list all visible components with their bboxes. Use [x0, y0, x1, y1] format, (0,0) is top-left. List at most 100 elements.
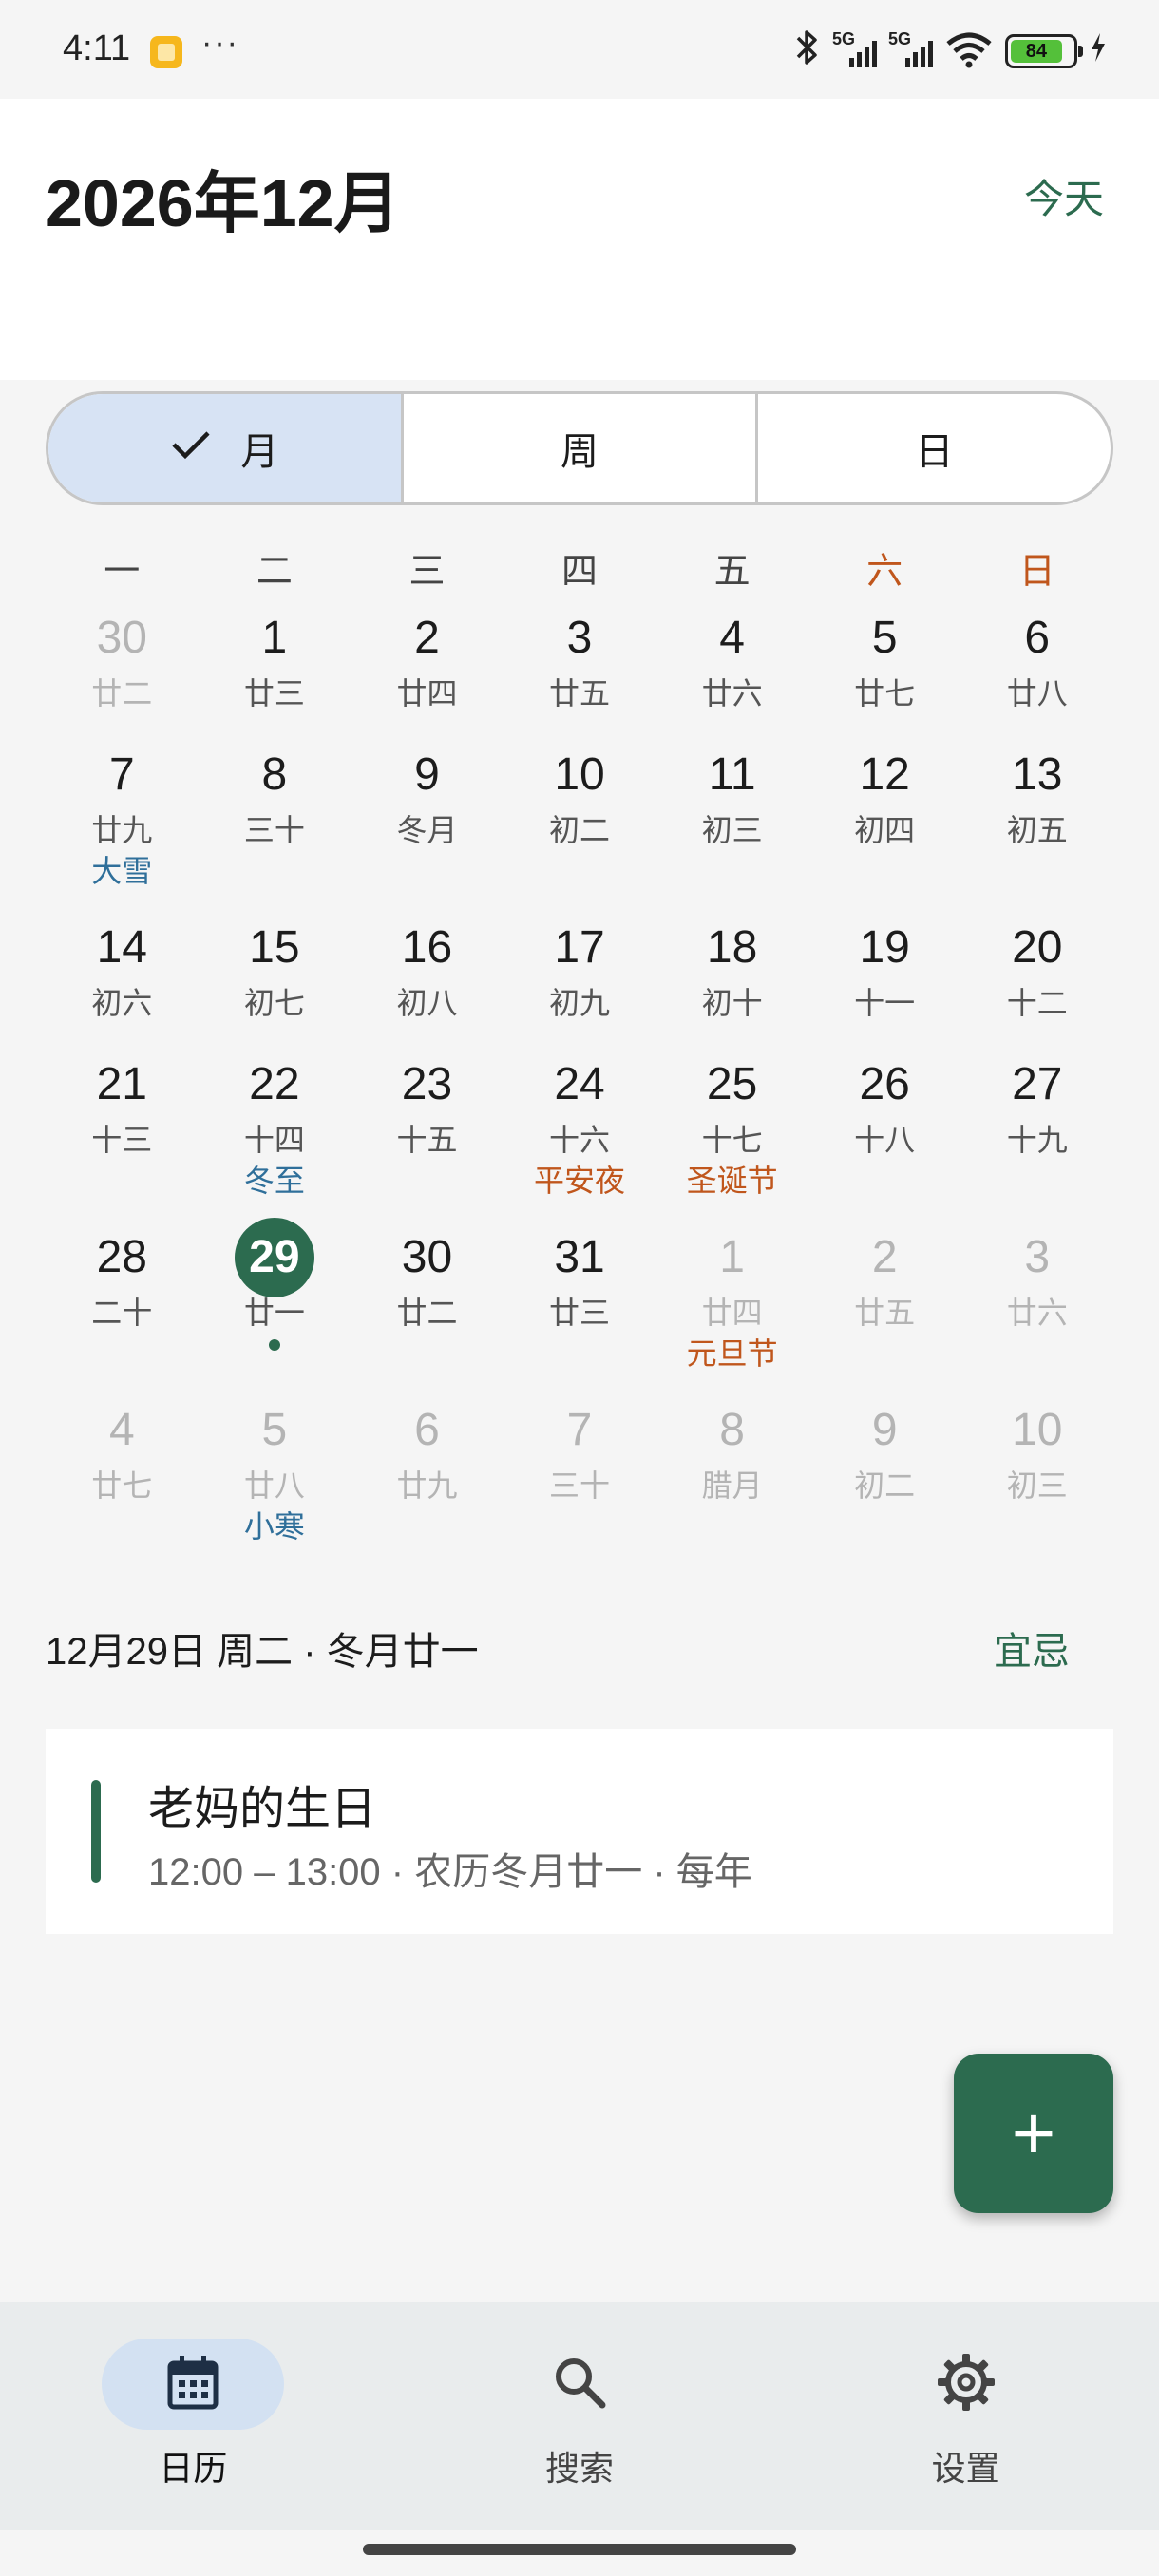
nav-label-search: 搜索 [545, 2449, 615, 2488]
day-cell[interactable]: 4 廿七 [46, 1396, 199, 1539]
week-row: 7 廿九大雪 8 三十 9 冬月 10 初二 11 初三 12 初四 13 初五 [46, 741, 1113, 914]
day-cell[interactable]: 24 十六 平安夜 [504, 1051, 656, 1223]
day-cell[interactable]: 10 初三 [960, 1396, 1113, 1539]
week-row: 28 二十 29 廿一 30 廿二 31 廿三 1 廿四 元旦节 2 廿五 3 廿六 [46, 1218, 1113, 1396]
day-cell[interactable]: 3 廿六 [960, 1223, 1113, 1396]
day-cell[interactable]: 30 廿二 [351, 1223, 504, 1396]
day-cell[interactable]: 16 初八 [351, 914, 504, 1051]
day-cell[interactable]: 20 十二 [960, 914, 1113, 1051]
day-cell[interactable]: 25 十七 圣诞节 [656, 1051, 808, 1223]
nav-item-calendar[interactable]: 日历 [0, 2302, 387, 2530]
charging-icon [1089, 31, 1108, 71]
lunar-date: 初八 [396, 986, 458, 1020]
home-indicator[interactable] [363, 2544, 796, 2555]
festival-label: 平安夜 [534, 1164, 626, 1198]
day-number: 7 [566, 1405, 593, 1455]
nav-item-settings[interactable]: 设置 [772, 2302, 1159, 2530]
day-cell[interactable]: 17 初九 [504, 914, 656, 1051]
day-cell-selected[interactable]: 29 廿一 [199, 1218, 352, 1396]
day-cell[interactable]: 9 冬月 [351, 741, 504, 914]
day-number: 5 [871, 613, 898, 663]
day-cell[interactable]: 6 廿八 [960, 604, 1113, 741]
day-number: 27 [1012, 1059, 1063, 1109]
add-event-button[interactable]: + [954, 2054, 1113, 2213]
day-cell[interactable]: 3 廿五 [504, 604, 656, 741]
month-title[interactable]: 2026年12月 [46, 150, 401, 246]
lunar-date: 冬月 [396, 813, 458, 847]
solar-term-label: 大雪 [91, 854, 153, 888]
day-number: 2 [871, 1232, 898, 1282]
day-cell[interactable]: 7 三十 [504, 1396, 656, 1539]
lunar-date: 廿七 [91, 1468, 153, 1503]
tab-month-label: 月 [240, 431, 279, 473]
solar-term-label: 冬至 [243, 1164, 305, 1198]
event-card[interactable]: 老妈的生日 12:00 – 13:00 · 农历冬月廿一 · 每年 [46, 1729, 1113, 1934]
day-cell[interactable]: 1 廿三 [199, 604, 352, 741]
day-cell[interactable]: 19 十一 [808, 914, 961, 1051]
tab-day[interactable]: 日 [758, 394, 1111, 502]
yiji-button[interactable]: 宜忌 [994, 1620, 1070, 1676]
lunar-date: 廿九 [396, 1468, 458, 1503]
day-cell[interactable]: 9 初二 [808, 1396, 961, 1539]
day-number: 4 [719, 613, 745, 663]
day-cell[interactable]: 8 腊月 [656, 1396, 808, 1539]
lunar-date: 十八 [854, 1123, 916, 1157]
day-cell[interactable]: 31 廿三 [504, 1223, 656, 1396]
day-cell[interactable]: 13 初五 [960, 741, 1113, 914]
day-number: 23 [401, 1059, 453, 1109]
tab-week[interactable]: 周 [404, 394, 759, 502]
today-button[interactable]: 今天 [1024, 167, 1104, 225]
day-cell[interactable]: 2 廿四 [351, 604, 504, 741]
lunar-date: 初七 [243, 986, 305, 1020]
checkmark-icon [170, 425, 212, 472]
lunar-date: 廿九 [91, 813, 153, 847]
day-cell[interactable]: 4 廿六 [656, 604, 808, 741]
lunar-date: 廿一 [243, 1296, 305, 1330]
event-title: 老妈的生日 [148, 1784, 377, 1834]
search-icon [551, 2354, 608, 2415]
nav-item-search[interactable]: 搜索 [387, 2302, 773, 2530]
weekday-label: 三 [408, 552, 446, 592]
lunar-date: 初九 [549, 986, 611, 1020]
day-number: 30 [401, 1232, 453, 1282]
day-number: 9 [871, 1405, 898, 1455]
day-cell[interactable]: 18 初十 [656, 914, 808, 1051]
day-cell[interactable]: 27 十九 [960, 1051, 1113, 1223]
day-number: 20 [1012, 922, 1063, 973]
day-cell[interactable]: 7 廿九大雪 [46, 741, 199, 914]
day-cell[interactable]: 12 初四 [808, 741, 961, 914]
lunar-date: 廿八 [243, 1468, 305, 1503]
day-cell[interactable]: 22 十四 冬至 [199, 1051, 352, 1223]
day-cell[interactable]: 1 廿四 元旦节 [656, 1223, 808, 1396]
day-cell[interactable]: 5 廿七 [808, 604, 961, 741]
festival-label: 元旦节 [686, 1336, 778, 1371]
lunar-date: 廿五 [854, 1296, 916, 1330]
day-number: 7 [108, 749, 135, 800]
day-cell[interactable]: 5 廿八 小寒 [199, 1396, 352, 1544]
day-cell[interactable]: 11 初三 [656, 741, 808, 914]
day-cell[interactable]: 23 十五 [351, 1051, 504, 1223]
day-cell[interactable]: 26 十八 [808, 1051, 961, 1223]
day-cell[interactable]: 8 三十 [199, 741, 352, 914]
day-cell[interactable]: 14 初六 [46, 914, 199, 1051]
week-row: 30 廿二 1 廿三 2 廿四 3 廿五 4 廿六 5 廿七 6 廿八 [46, 604, 1113, 741]
day-number: 26 [859, 1059, 910, 1109]
day-number: 17 [554, 922, 605, 973]
day-cell[interactable]: 21 十三 [46, 1051, 199, 1223]
day-cell[interactable]: 6 廿九 [351, 1396, 504, 1539]
day-cell[interactable]: 28 二十 [46, 1223, 199, 1396]
lunar-date: 初三 [701, 813, 763, 847]
day-cell[interactable]: 10 初二 [504, 741, 656, 914]
lunar-date: 二十 [91, 1296, 153, 1330]
lunar-date: 初五 [1006, 813, 1068, 847]
lunar-date: 十五 [396, 1123, 458, 1157]
day-number: 2 [414, 613, 440, 663]
status-icons: 5G 5G 84 [794, 28, 1108, 74]
day-cell[interactable]: 30 廿二 [46, 604, 199, 741]
day-number: 1 [261, 613, 288, 663]
day-number: 31 [554, 1232, 605, 1282]
weekday-label: 四 [561, 552, 598, 592]
tab-month[interactable]: 月 [48, 394, 404, 502]
day-cell[interactable]: 2 廿五 [808, 1223, 961, 1396]
day-cell[interactable]: 15 初七 [199, 914, 352, 1051]
